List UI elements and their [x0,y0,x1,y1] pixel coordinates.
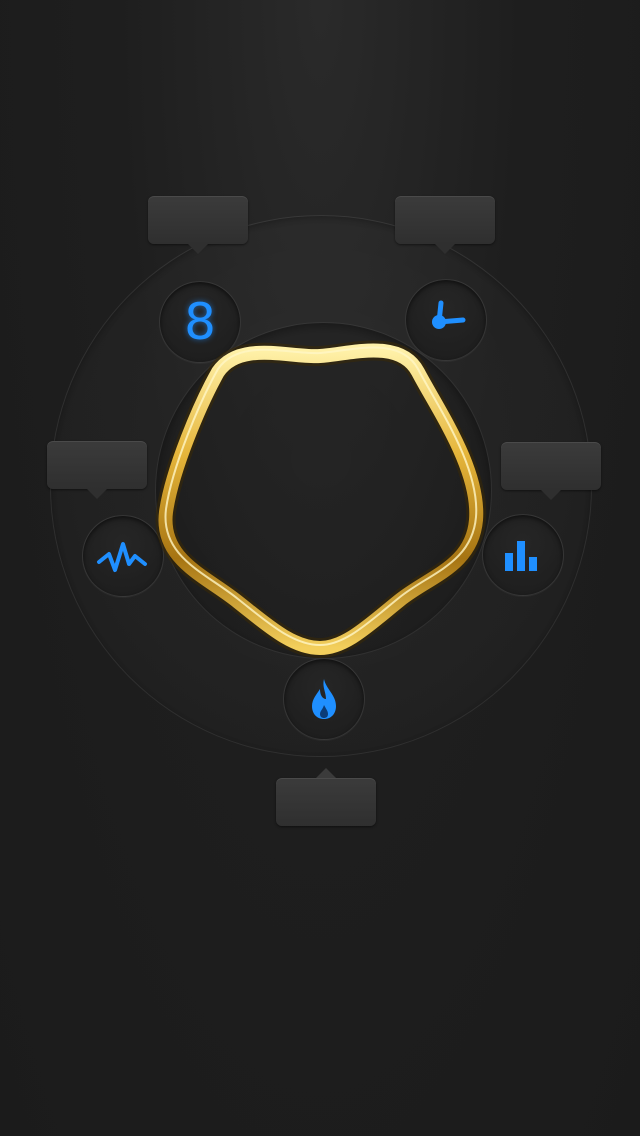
game-board: 8 [0,0,640,1136]
golden-ring[interactable] [0,0,640,1136]
